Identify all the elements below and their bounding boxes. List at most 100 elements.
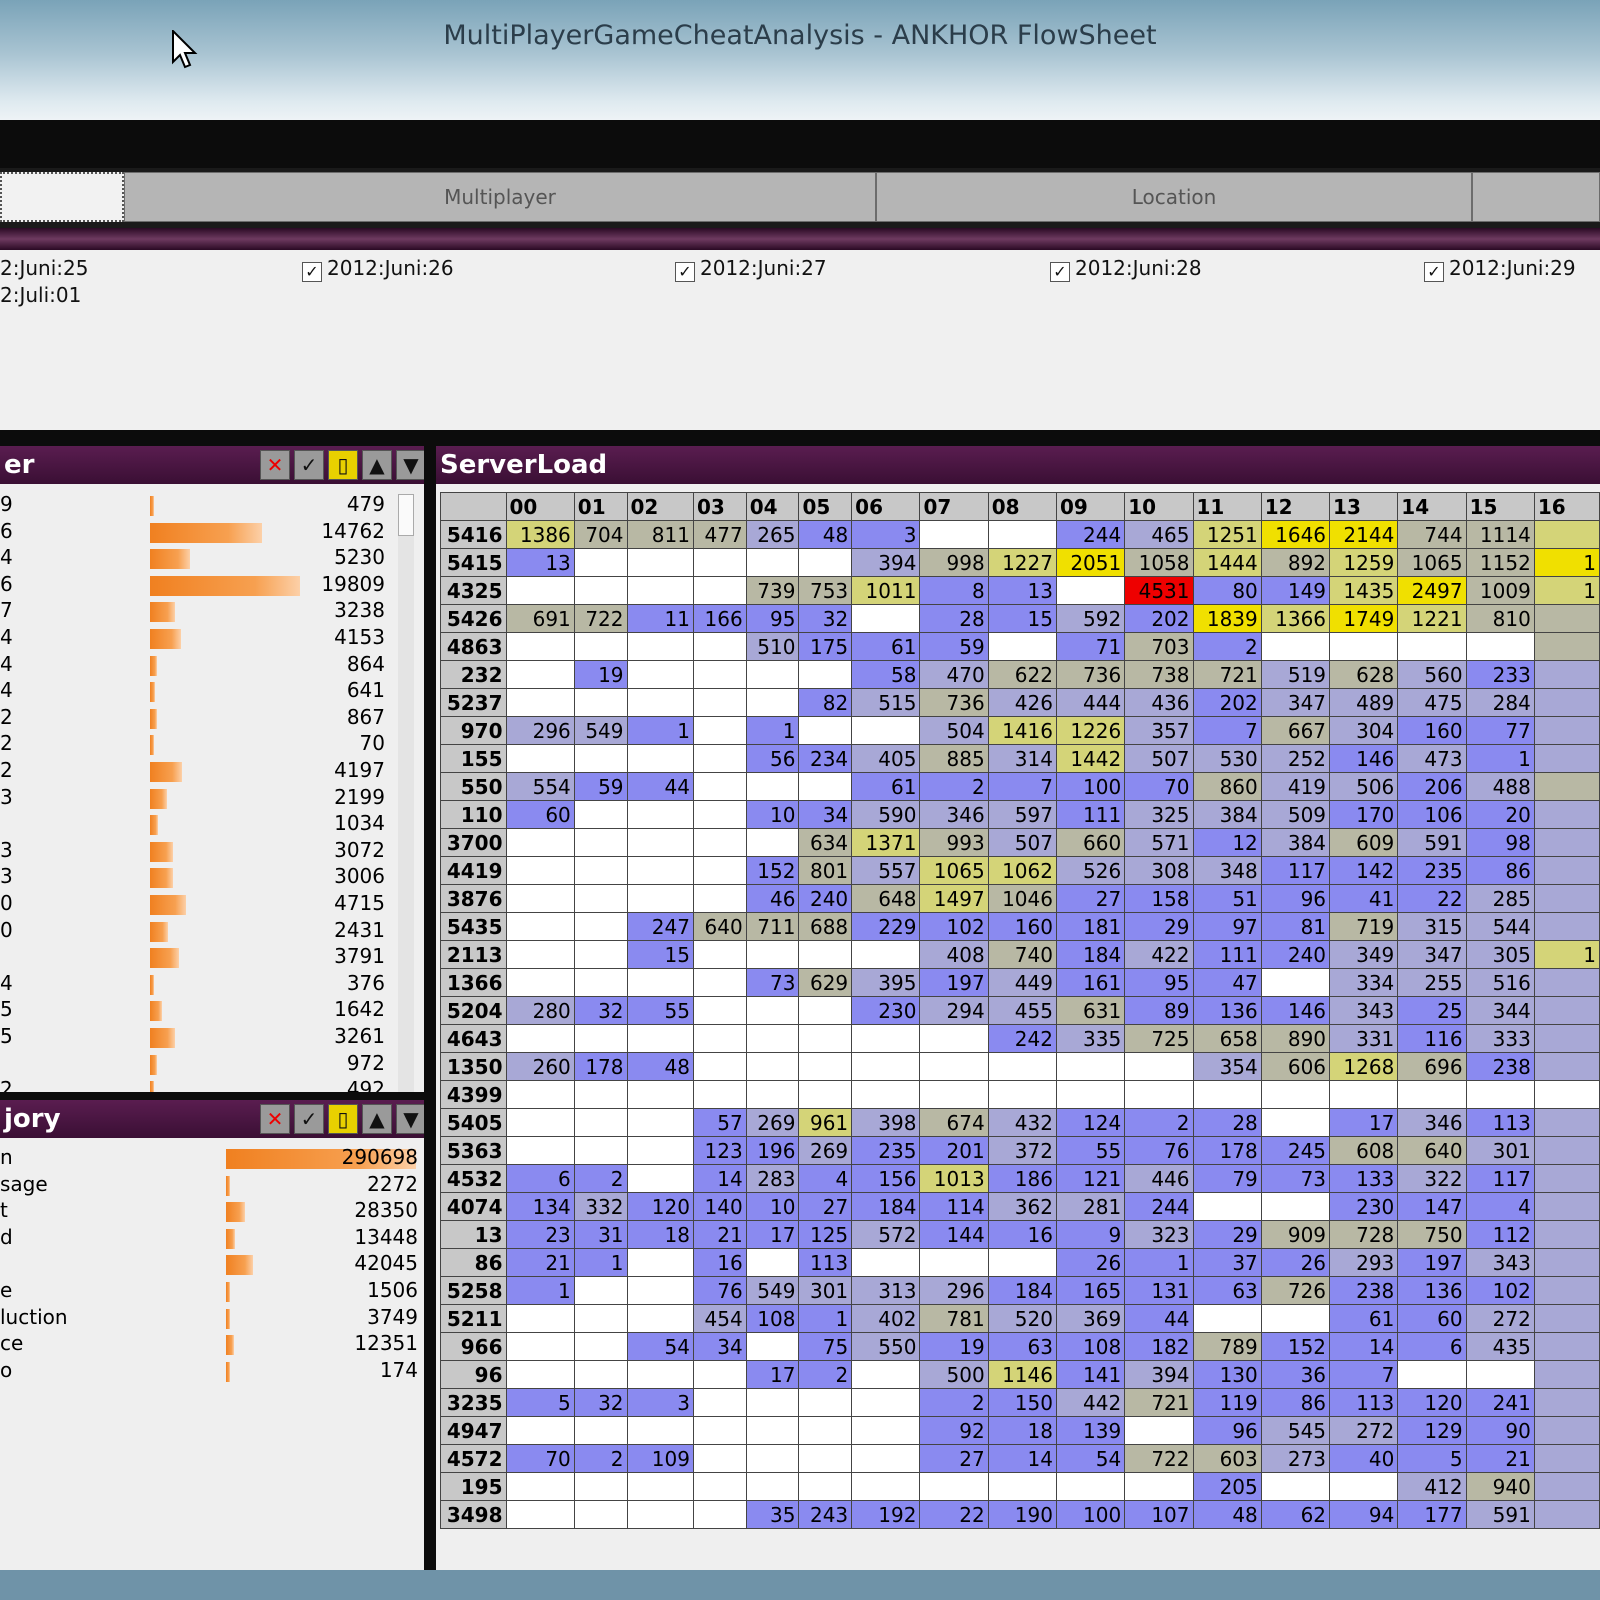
load-cell[interactable] — [1533, 856, 1600, 885]
list-item[interactable]: n 290698 — [0, 1145, 420, 1172]
load-cell[interactable]: 165 — [1055, 1276, 1126, 1305]
load-cell[interactable] — [626, 548, 694, 577]
load-cell[interactable]: 332 — [573, 1192, 628, 1221]
table-row[interactable]: 970 296 549 1 1 504 1416 1226 357 7 667 304 160 77 — [440, 716, 1600, 745]
table-row[interactable]: 5204 280 32 55 230 294 455 631 89 136 146 343 25 344 — [440, 996, 1600, 1025]
hour-header[interactable]: 01 — [573, 492, 628, 521]
list-item[interactable]: luction 3749 — [0, 1305, 420, 1332]
load-cell[interactable]: 998 — [919, 548, 989, 577]
load-cell[interactable]: 108 — [745, 1304, 800, 1333]
load-cell[interactable]: 622 — [987, 660, 1057, 689]
load-cell[interactable]: 10 — [745, 800, 800, 829]
load-cell[interactable]: 1227 — [987, 548, 1057, 577]
load-cell[interactable]: 549 — [573, 716, 628, 745]
close-icon[interactable]: ✕ — [260, 1104, 290, 1134]
load-cell[interactable]: 2 — [919, 772, 989, 801]
load-cell[interactable] — [573, 1500, 628, 1529]
load-cell[interactable]: 14 — [692, 1164, 747, 1193]
load-cell[interactable]: 384 — [1192, 800, 1262, 829]
load-cell[interactable] — [505, 688, 575, 717]
load-cell[interactable] — [1397, 1080, 1467, 1109]
list-item[interactable]: o 174 — [0, 1358, 420, 1385]
load-cell[interactable] — [851, 716, 921, 745]
load-cell[interactable]: 265 — [745, 520, 800, 549]
load-cell[interactable]: 156 — [851, 1164, 921, 1193]
table-row[interactable]: 5426 691 722 11 166 95 32 28 15 592 202 1839 1366 174… — [440, 604, 1600, 633]
load-cell[interactable]: 150 — [987, 1388, 1057, 1417]
list-item[interactable]: 2 867 — [0, 705, 390, 732]
hour-header[interactable]: 07 — [919, 492, 989, 521]
load-cell[interactable]: 609 — [1329, 828, 1399, 857]
load-cell[interactable]: 323 — [1124, 1220, 1194, 1249]
load-cell[interactable]: 696 — [1397, 1052, 1467, 1081]
load-cell[interactable] — [798, 996, 853, 1025]
load-cell[interactable] — [1397, 1360, 1467, 1389]
load-cell[interactable]: 100 — [1055, 772, 1126, 801]
load-cell[interactable] — [851, 1052, 921, 1081]
load-cell[interactable]: 182 — [1124, 1332, 1194, 1361]
load-cell[interactable]: 348 — [1192, 856, 1262, 885]
load-cell[interactable]: 196 — [745, 1136, 800, 1165]
load-cell[interactable]: 1152 — [1465, 548, 1535, 577]
load-cell[interactable]: 726 — [1260, 1276, 1331, 1305]
load-cell[interactable] — [692, 856, 747, 885]
load-cell[interactable] — [919, 1472, 989, 1501]
load-cell[interactable]: 631 — [1055, 996, 1126, 1025]
load-cell[interactable]: 940 — [1465, 1472, 1535, 1501]
load-cell[interactable]: 197 — [1397, 1248, 1467, 1277]
load-cell[interactable]: 640 — [692, 912, 747, 941]
load-cell[interactable]: 1497 — [919, 884, 989, 913]
checkbox-icon[interactable]: ✓ — [302, 262, 322, 282]
load-cell[interactable] — [851, 1416, 921, 1445]
load-cell[interactable]: 12 — [1192, 828, 1262, 857]
load-cell[interactable] — [798, 1388, 853, 1417]
load-cell[interactable] — [573, 1080, 628, 1109]
load-cell[interactable]: 301 — [1465, 1136, 1535, 1165]
load-cell[interactable] — [745, 1472, 800, 1501]
load-cell[interactable] — [851, 1444, 921, 1473]
load-cell[interactable] — [987, 1052, 1057, 1081]
load-cell[interactable] — [505, 1332, 575, 1361]
load-cell[interactable] — [851, 1388, 921, 1417]
load-cell[interactable] — [745, 1332, 800, 1361]
load-cell[interactable]: 346 — [1397, 1108, 1467, 1137]
load-cell[interactable]: 184 — [987, 1276, 1057, 1305]
load-cell[interactable]: 419 — [1260, 772, 1331, 801]
list-item[interactable]: 2 492 — [0, 1077, 390, 1092]
load-cell[interactable]: 160 — [987, 912, 1057, 941]
load-cell[interactable]: 35 — [745, 1500, 800, 1529]
load-cell[interactable] — [1533, 1024, 1600, 1053]
load-cell[interactable] — [1465, 1360, 1535, 1389]
table-row[interactable]: 4643 242 335 725 658 890 331 116 333 — [440, 1024, 1600, 1053]
table-row[interactable]: 550 554 59 44 61 2 7 100 70 860 419 506 206 488 — [440, 772, 1600, 801]
load-cell[interactable] — [573, 884, 628, 913]
load-cell[interactable]: 2144 — [1329, 520, 1399, 549]
load-cell[interactable]: 144 — [919, 1220, 989, 1249]
hour-header[interactable]: 16 — [1533, 492, 1600, 521]
load-cell[interactable]: 54 — [626, 1332, 694, 1361]
load-cell[interactable]: 1 — [745, 716, 800, 745]
load-cell[interactable]: 96 — [1192, 1416, 1262, 1445]
list-item[interactable]: 7 3238 — [0, 598, 390, 625]
load-cell[interactable] — [692, 940, 747, 969]
load-cell[interactable]: 201 — [919, 1136, 989, 1165]
load-cell[interactable]: 519 — [1260, 660, 1331, 689]
load-cell[interactable]: 131 — [1124, 1276, 1194, 1305]
load-cell[interactable]: 146 — [1329, 744, 1399, 773]
check-icon[interactable]: ✓ — [294, 450, 324, 480]
load-cell[interactable]: 166 — [692, 604, 747, 633]
load-cell[interactable]: 120 — [626, 1192, 694, 1221]
load-cell[interactable]: 71 — [1055, 632, 1126, 661]
load-cell[interactable] — [1533, 884, 1600, 913]
load-cell[interactable]: 34 — [692, 1332, 747, 1361]
load-cell[interactable] — [745, 1024, 800, 1053]
close-icon[interactable]: ✕ — [260, 450, 290, 480]
load-cell[interactable]: 750 — [1397, 1220, 1467, 1249]
server-id[interactable]: 86 — [440, 1248, 507, 1277]
load-cell[interactable]: 648 — [851, 884, 921, 913]
load-cell[interactable] — [573, 800, 628, 829]
load-cell[interactable]: 455 — [987, 996, 1057, 1025]
arrow-down-icon[interactable]: ▼ — [396, 1104, 424, 1134]
load-cell[interactable] — [745, 1388, 800, 1417]
load-cell[interactable]: 62 — [1260, 1500, 1331, 1529]
